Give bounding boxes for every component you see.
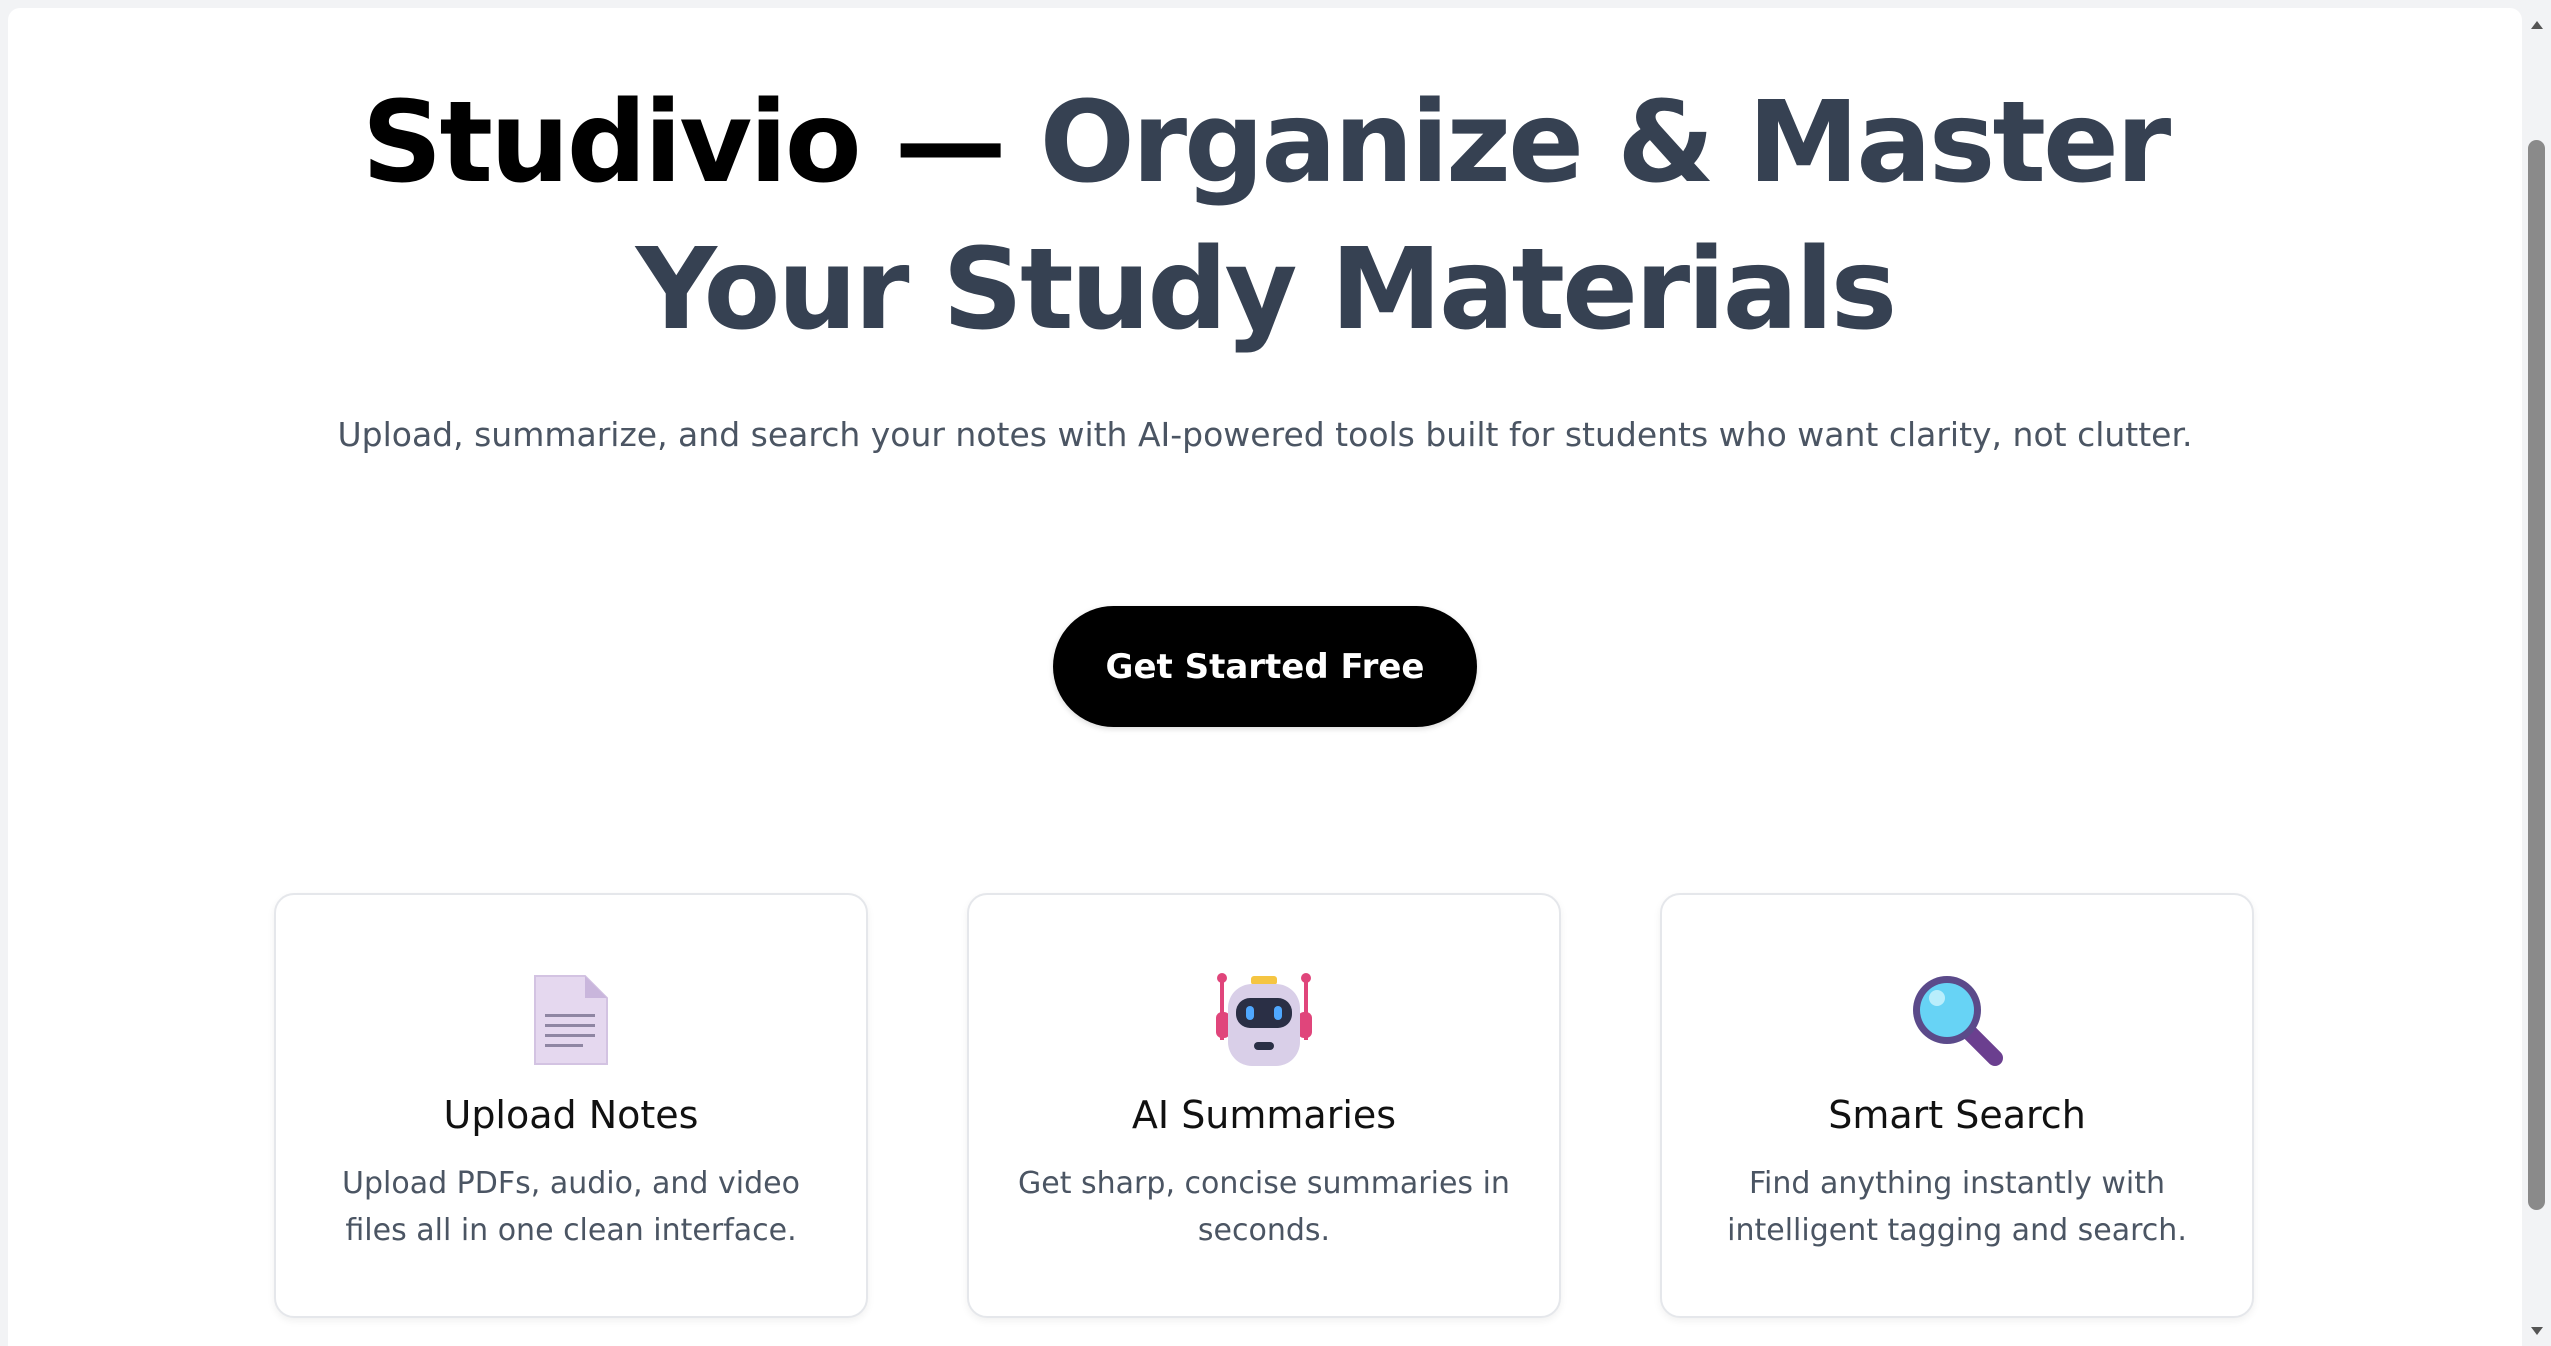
document-icon <box>276 965 866 1075</box>
scroll-down-arrow-icon[interactable] <box>2522 1316 2551 1346</box>
feature-title: AI Summaries <box>1131 1093 1397 1137</box>
feature-card-smart-search: Smart Search Find anything instantly wit… <box>1660 893 2254 1318</box>
feature-card-upload-notes: Upload Notes Upload PDFs, audio, and vid… <box>274 893 868 1318</box>
hero-title: Studivio — Organize & Master Your Study … <box>8 70 2522 364</box>
brand-name: Studivio — <box>361 78 1007 208</box>
feature-description: Find anything instantly with intelligent… <box>1727 1166 2187 1248</box>
feature-description: Get sharp, concise summaries in seconds. <box>1018 1166 1510 1248</box>
robot-icon <box>969 965 1559 1075</box>
landing-page: Studivio — Organize & Master Your Study … <box>8 8 2522 1346</box>
feature-title: Upload Notes <box>443 1093 699 1137</box>
scrollbar-thumb[interactable] <box>2528 140 2545 1210</box>
feature-card-ai-summaries: AI Summaries Get sharp, concise summarie… <box>967 893 1561 1318</box>
magnifier-icon <box>1662 965 2252 1075</box>
hero-title-line2: Your Study Materials <box>635 225 1898 355</box>
vertical-scrollbar[interactable] <box>2522 0 2551 1346</box>
hero-title-line1: Organize & Master <box>1039 78 2172 208</box>
feature-description: Upload PDFs, audio, and video files all … <box>342 1166 800 1248</box>
get-started-button[interactable]: Get Started Free <box>1053 606 1477 727</box>
hero-subtitle: Upload, summarize, and search your notes… <box>337 415 2193 454</box>
feature-title: Smart Search <box>1828 1093 2086 1137</box>
scroll-up-arrow-icon[interactable] <box>2522 10 2551 40</box>
